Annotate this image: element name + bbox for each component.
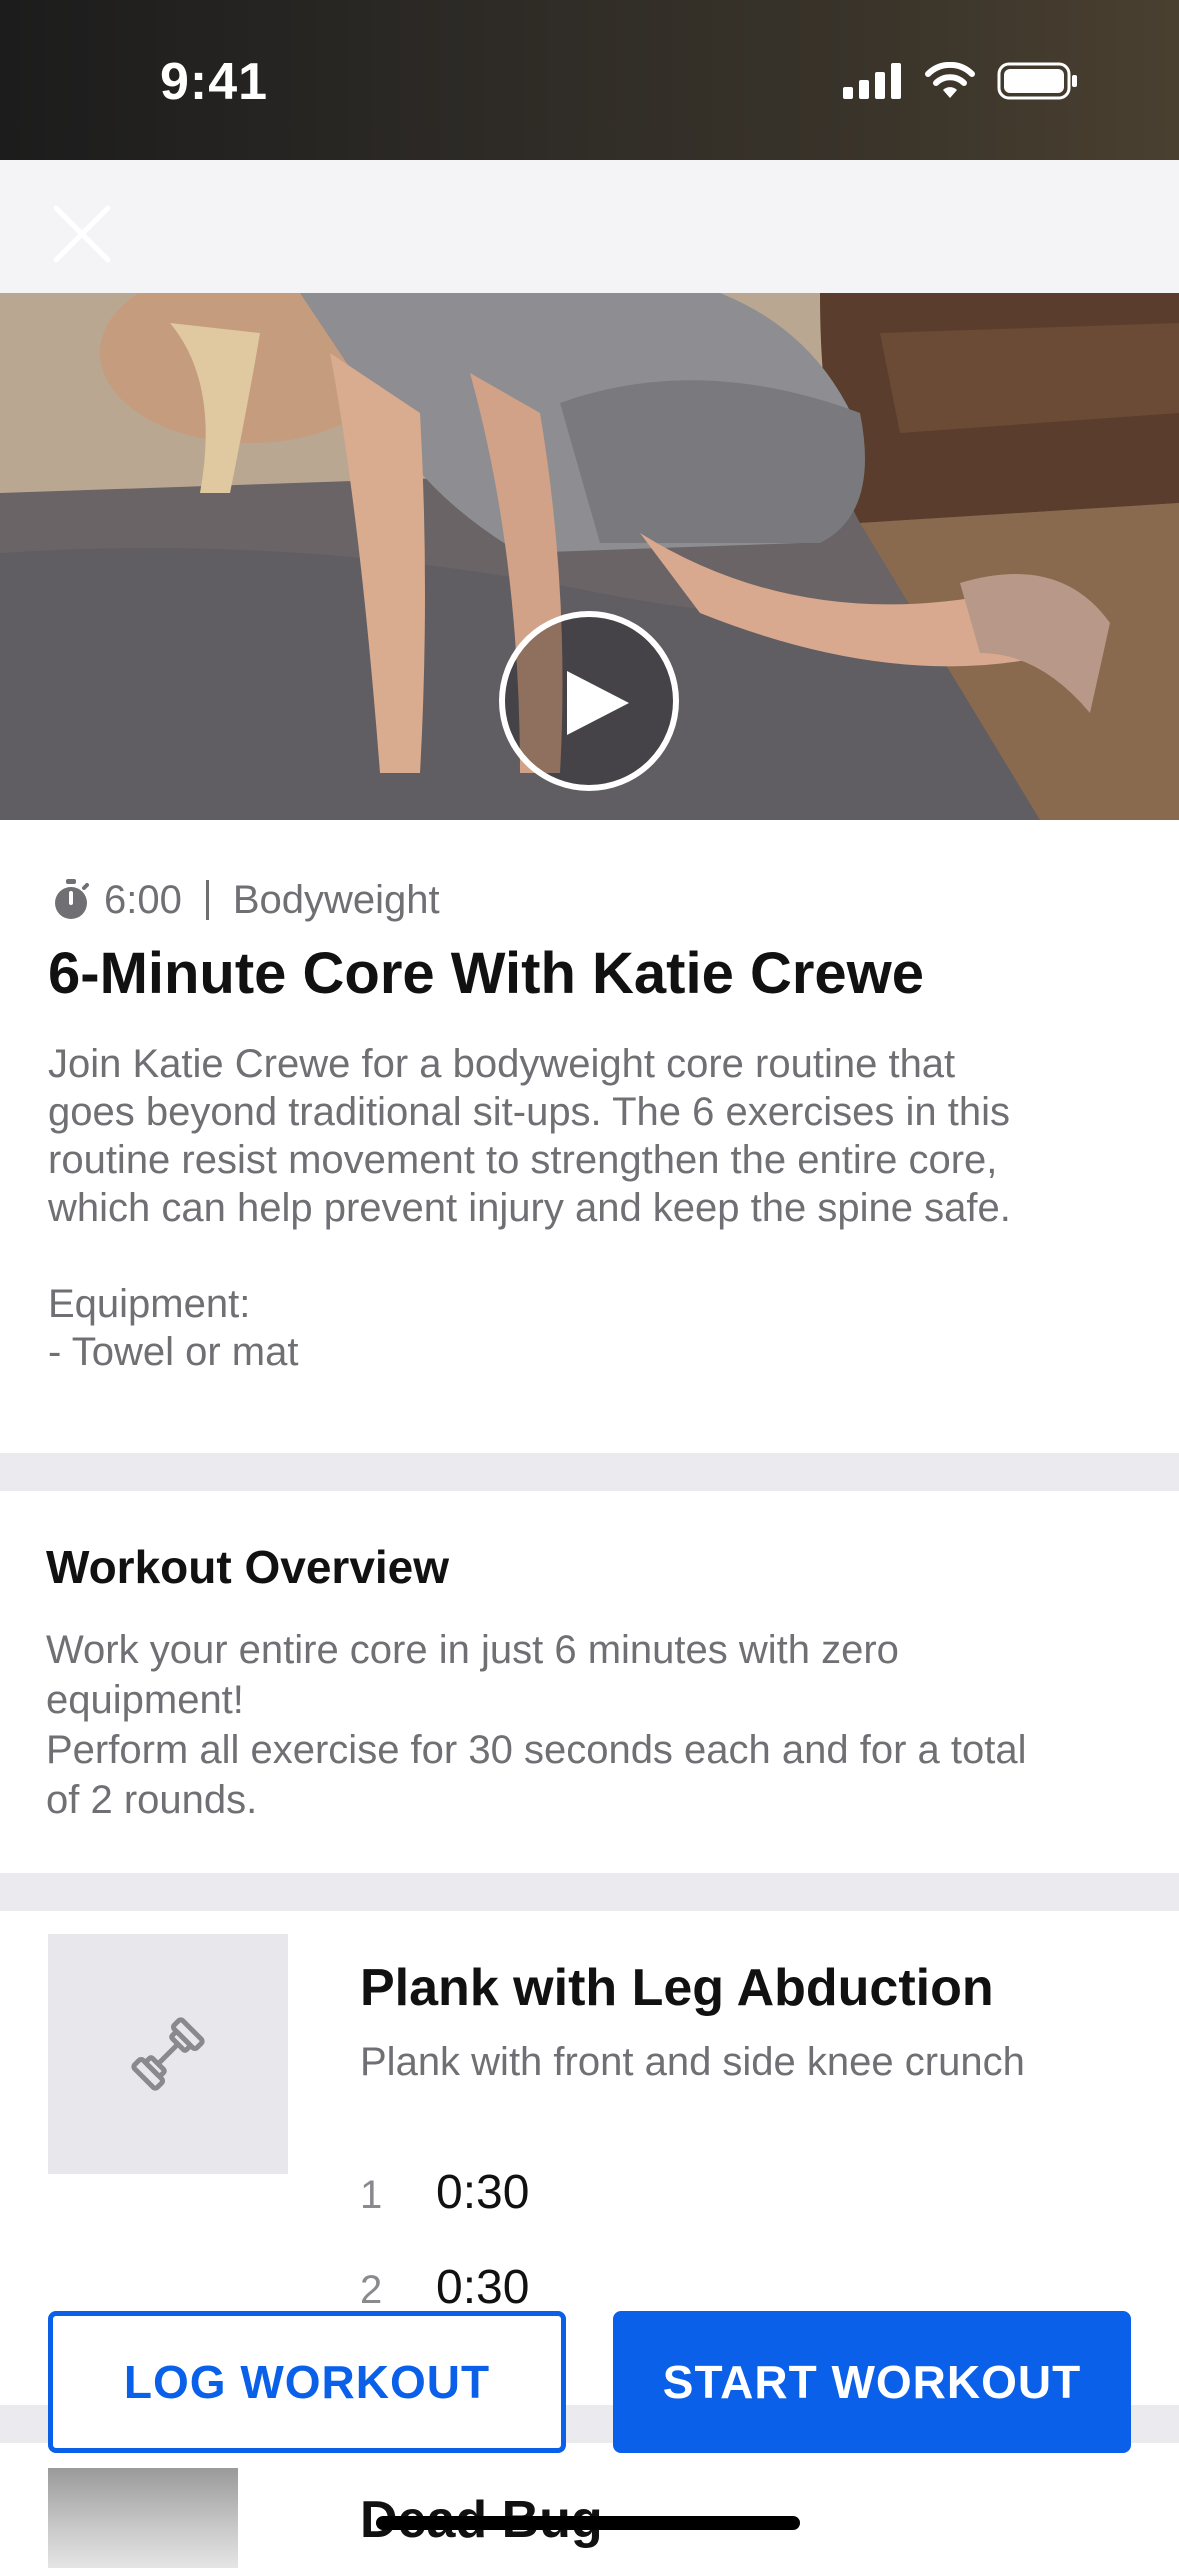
log-workout-button[interactable]: LOG WORKOUT bbox=[48, 2311, 566, 2453]
set-number: 1 bbox=[360, 2173, 383, 2217]
exercise-subtitle: Plank with front and side knee crunch bbox=[360, 2040, 1025, 2084]
status-time: 9:41 bbox=[160, 53, 269, 111]
set-row: 1 0:30 bbox=[360, 2165, 529, 2220]
dumbbell-icon bbox=[131, 2017, 205, 2091]
video-thumbnail[interactable] bbox=[0, 293, 1179, 820]
status-bar: 9:41 bbox=[0, 0, 1179, 160]
workout-title: 6-Minute Core With Katie Crewe bbox=[48, 941, 925, 1006]
set-row: 2 0:30 bbox=[360, 2260, 529, 2315]
exercise-thumbnail[interactable] bbox=[48, 2468, 238, 2568]
home-indicator[interactable] bbox=[376, 2516, 800, 2530]
set-time: 0:30 bbox=[436, 2166, 530, 2219]
play-icon bbox=[567, 671, 629, 735]
exercise-name[interactable]: Plank with Leg Abduction bbox=[360, 1958, 994, 2018]
status-icons bbox=[843, 62, 1079, 100]
overview-title: Workout Overview bbox=[46, 1541, 450, 1593]
wifi-icon bbox=[925, 62, 975, 98]
workout-description: Join Katie Crewe for a bodyweight core r… bbox=[48, 1042, 1011, 1374]
exercise-thumbnail[interactable] bbox=[48, 1934, 288, 2174]
workout-meta: 6:00 Bodyweight bbox=[52, 872, 440, 928]
overview-text: Work your entire core in just 6 minutes … bbox=[46, 1628, 1027, 1822]
cellular-signal-icon bbox=[843, 63, 901, 99]
meta-divider bbox=[205, 880, 209, 920]
battery-icon bbox=[997, 62, 1077, 100]
close-icon[interactable] bbox=[52, 204, 112, 264]
start-workout-button[interactable]: START WORKOUT bbox=[613, 2311, 1131, 2453]
set-number: 2 bbox=[360, 2268, 383, 2312]
stopwatch-icon bbox=[55, 879, 89, 919]
header-bar bbox=[0, 160, 1179, 293]
section-divider bbox=[0, 1453, 1179, 1491]
play-button[interactable] bbox=[499, 611, 679, 791]
set-time: 0:30 bbox=[436, 2261, 530, 2314]
workout-category: Bodyweight bbox=[232, 877, 440, 922]
section-divider bbox=[0, 1873, 1179, 1911]
workout-duration: 6:00 bbox=[104, 877, 182, 922]
